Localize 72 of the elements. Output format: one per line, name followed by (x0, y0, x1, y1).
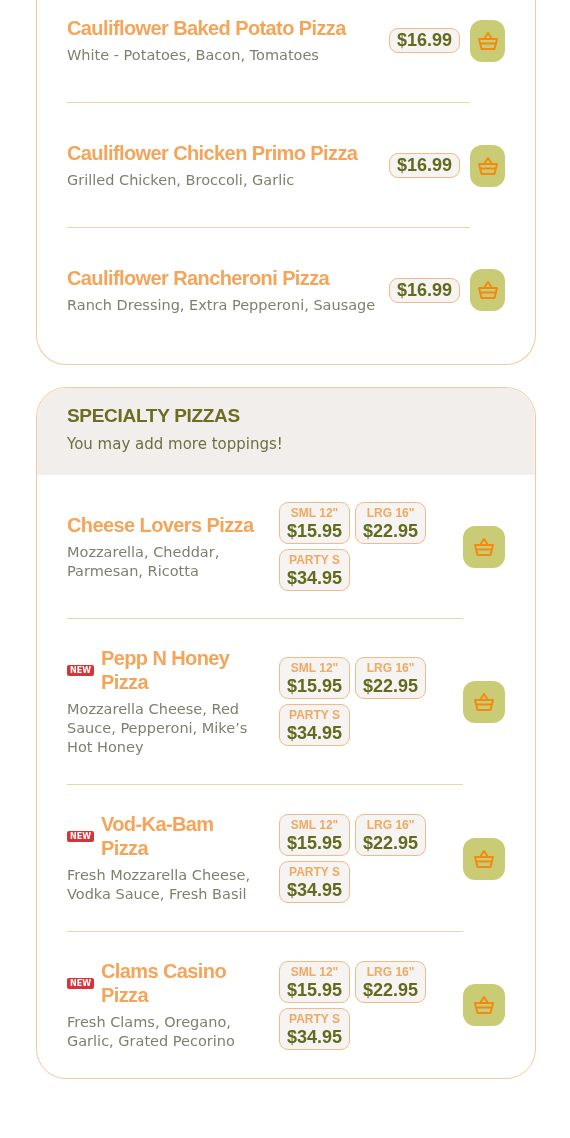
add-to-basket-button[interactable] (463, 681, 505, 723)
size-price-option[interactable]: LRG 16" $22.95 (355, 813, 427, 856)
size-label: LRG 16" (366, 964, 415, 979)
item-description: Fresh Mozzarella Cheese, Vodka Sauce, Fresh Basil (67, 866, 252, 904)
size-label: LRG 16" (366, 506, 415, 520)
basket-icon (473, 848, 495, 869)
size-price: $34.95 (287, 722, 343, 744)
size-label: LRG 16" (366, 817, 415, 832)
add-to-basket-button[interactable] (470, 144, 505, 187)
add-to-basket-button[interactable] (463, 984, 505, 1026)
new-badge: NEW (67, 830, 94, 842)
section-subtitle: You may add more toppings! (67, 435, 284, 453)
size-label: SML 12" (290, 506, 339, 520)
size-price: $15.95 (287, 978, 343, 1001)
basket-icon (473, 995, 495, 1015)
size-price: $15.95 (287, 831, 343, 854)
basket-icon (473, 692, 495, 712)
item-description: Grilled Chicken, Broccoli, Garlic (67, 170, 296, 190)
size-price: $15.95 (287, 520, 343, 542)
size-price-option[interactable]: SML 12" $15.95 (279, 502, 351, 544)
price-tag: $16.99 (389, 27, 461, 53)
size-price-option[interactable]: SML 12" $15.95 (279, 813, 351, 856)
size-label: SML 12" (290, 964, 339, 979)
basket-icon (476, 30, 499, 51)
add-to-basket-button[interactable] (463, 526, 505, 568)
size-price: $22.95 (363, 520, 419, 542)
size-price-option[interactable]: PARTY S $34.95 (279, 549, 351, 591)
size-label: SML 12" (290, 817, 339, 832)
size-price-option[interactable]: LRG 16" $22.95 (355, 657, 427, 699)
section-title: SPECIALTY PIZZAS (67, 405, 241, 427)
size-label: SML 12" (290, 661, 339, 675)
size-price: $22.95 (363, 675, 419, 697)
size-label: PARTY S (289, 1011, 340, 1026)
add-to-basket-button[interactable] (470, 269, 505, 311)
size-price-option[interactable]: SML 12" $15.95 (279, 657, 351, 699)
item-description: Ranch Dressing, Extra Pepperoni, Sausage (67, 295, 377, 315)
item-description: Mozzarella Cheese, Red Sauce, Pepperoni, Mike’s Hot Honey (67, 700, 249, 757)
add-to-basket-button[interactable] (463, 837, 505, 880)
new-badge: NEW (67, 977, 94, 989)
new-badge: NEW (67, 664, 94, 676)
size-label: LRG 16" (366, 661, 415, 675)
item-name: Cauliflower Chicken Primo Pizza (67, 140, 358, 165)
item-name: Cauliflower Rancheroni Pizza (67, 265, 330, 290)
size-label: PARTY S (289, 553, 340, 567)
size-price: $34.95 (287, 1025, 343, 1048)
size-price: $22.95 (363, 978, 419, 1001)
price-tag: $16.99 (389, 277, 461, 303)
size-price-option[interactable]: LRG 16" $22.95 (355, 502, 427, 544)
item-description: White - Potatoes, Bacon, Tomatoes (67, 45, 320, 65)
size-price-option[interactable]: PARTY S $34.95 (279, 704, 351, 746)
size-label: PARTY S (289, 864, 340, 879)
basket-icon (476, 155, 499, 176)
size-price-option[interactable]: SML 12" $15.95 (279, 960, 351, 1003)
item-name: Vod-Ka-Bam Pizza (101, 812, 215, 860)
item-description: Mozzarella, Cheddar, Parmesan, Ricotta (67, 542, 221, 581)
item-description: Fresh Clams, Oregano, Garlic, Grated Pecorino (67, 1013, 236, 1051)
size-price: $34.95 (287, 567, 343, 589)
basket-icon (473, 537, 495, 557)
size-price-option[interactable]: PARTY S $34.95 (279, 1007, 351, 1050)
size-price-option[interactable]: LRG 16" $22.95 (355, 960, 427, 1003)
size-label: PARTY S (289, 708, 340, 722)
size-price-option[interactable]: PARTY S $34.95 (279, 860, 351, 903)
item-name: Pepp N Honey Pizza (101, 646, 231, 694)
size-price: $22.95 (363, 831, 419, 854)
add-to-basket-button[interactable] (470, 19, 505, 62)
price-tag: $16.99 (389, 152, 461, 178)
size-price: $34.95 (287, 878, 343, 901)
item-name: Clams Casino Pizza (101, 959, 228, 1007)
size-price: $15.95 (287, 675, 343, 697)
item-name: Cheese Lovers Pizza (67, 512, 254, 537)
basket-icon (476, 280, 499, 300)
item-name: Cauliflower Baked Potato Pizza (67, 15, 346, 40)
